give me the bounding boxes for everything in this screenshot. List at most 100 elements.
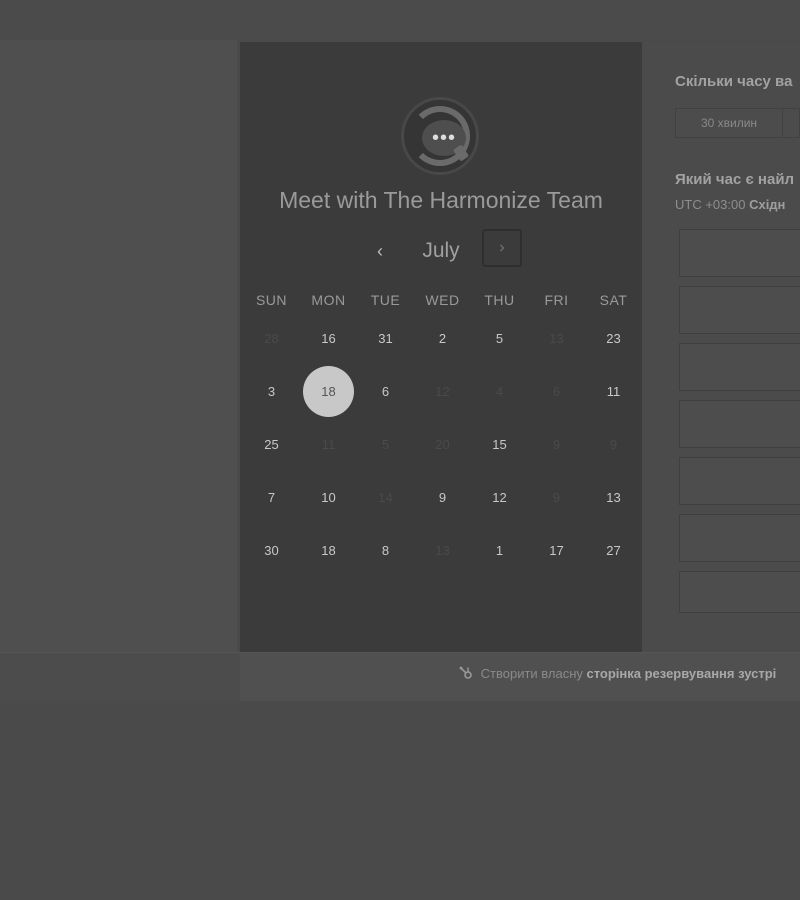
day-number: 13 [435,543,450,558]
prev-month-button[interactable]: ‹ [365,236,395,266]
day-cell[interactable]: 31 [357,312,414,365]
duration-option-button[interactable] [783,108,800,138]
day-cell[interactable]: 2 [414,312,471,365]
calendar-grid: 28 16 31 2 5 13 23 3 18 6 12 4 6 11 25 11 5 20 15 9 9 7 10 14 9 1… [243,312,642,577]
day-cell[interactable]: 6 [357,365,414,418]
day-cell: 12 [414,365,471,418]
day-cell[interactable]: 8 [357,524,414,577]
day-number: 9 [438,490,447,505]
day-cell[interactable]: 15 [471,418,528,471]
day-number: 17 [549,543,564,558]
calendar-panel: ••• Meet with The Harmonize Team ‹ July … [240,42,642,652]
time-slot[interactable] [679,229,800,277]
day-number: 11 [606,384,621,399]
weekday-label: WED [425,292,460,308]
day-cell[interactable]: 13 [585,471,642,524]
day-number: 5 [381,437,390,452]
day-cell: 13 [414,524,471,577]
time-slot[interactable] [679,571,800,613]
day-cell[interactable]: 23 [585,312,642,365]
day-number: 6 [381,384,390,399]
day-number: 18 [321,543,336,558]
weekday-label: MON [311,292,346,308]
time-slot[interactable] [679,343,800,391]
day-cell[interactable]: 3 [243,365,300,418]
create-page-link[interactable]: Створити власну сторінка резервування зу… [459,666,776,681]
next-month-button[interactable]: › [482,229,522,267]
time-slot[interactable] [679,457,800,505]
day-cell: 20 [414,418,471,471]
day-cell: 9 [528,418,585,471]
day-number: 13 [549,331,564,346]
day-cell[interactable]: 1 [471,524,528,577]
timezone-name: Східн [749,197,786,212]
weekday-header: SUN MON TUE WED THU FRI SAT [243,292,642,308]
weekday-label: THU [484,292,515,308]
day-number: 20 [435,437,450,452]
day-cell: 9 [585,418,642,471]
duration-question: Скільки часу ва [675,73,793,90]
footer-link-prefix: Створити власну [480,666,587,681]
day-number: 8 [381,543,390,558]
duration-option-button[interactable]: 30 хвилин [675,108,783,138]
day-number: 5 [495,331,504,346]
day-cell: 9 [528,471,585,524]
day-number: 11 [321,437,336,452]
day-number: 6 [552,384,561,399]
time-slot[interactable] [679,400,800,448]
day-cell[interactable]: 16 [300,312,357,365]
month-label: July [422,239,460,262]
day-number: 25 [264,437,279,452]
time-question: Який час є найл [675,171,795,188]
sprocket-icon [459,666,477,681]
day-cell[interactable]: 9 [414,471,471,524]
day-number: 15 [492,437,507,452]
day-cell[interactable]: 5 [471,312,528,365]
day-cell[interactable]: 25 [243,418,300,471]
day-number: 9 [609,437,618,452]
day-cell: 11 [300,418,357,471]
weekday-label: SAT [599,292,628,308]
day-cell: 28 [243,312,300,365]
day-cell[interactable]: 12 [471,471,528,524]
day-cell[interactable]: 27 [585,524,642,577]
day-number: 4 [495,384,504,399]
day-cell[interactable]: 11 [585,365,642,418]
day-cell: 4 [471,365,528,418]
day-number: 14 [378,490,393,505]
weekday-label: FRI [544,292,569,308]
company-logo: ••• [401,97,479,175]
day-number: 12 [492,490,507,505]
day-cell[interactable]: 10 [300,471,357,524]
day-number: 9 [552,490,561,505]
day-number: 18 [321,384,336,399]
day-number: 10 [321,490,336,505]
day-number: 7 [267,490,276,505]
day-cell: 13 [528,312,585,365]
time-slot[interactable] [679,286,800,334]
day-cell: 6 [528,365,585,418]
day-cell[interactable]: 18 [300,524,357,577]
day-number: 12 [435,384,450,399]
day-cell-selected[interactable]: 18 [300,365,357,418]
day-cell[interactable]: 7 [243,471,300,524]
day-number: 9 [552,437,561,452]
day-cell[interactable]: 17 [528,524,585,577]
day-number: 16 [321,331,336,346]
timezone-label: UTC +03:00 Східн [675,197,785,212]
top-bar [0,0,800,40]
day-number: 27 [606,543,621,558]
left-panel [0,40,237,652]
day-number: 1 [495,543,504,558]
day-number: 30 [264,543,279,558]
day-number: 31 [378,331,393,346]
time-slot[interactable] [679,514,800,562]
weekday-label: SUN [255,292,288,308]
day-number: 2 [438,331,447,346]
footer-link-bold: сторінка резервування зустрі [586,666,777,681]
day-number: 13 [606,490,621,505]
timezone-offset: UTC +03:00 [675,197,750,212]
weekday-label: TUE [370,292,401,308]
day-cell[interactable]: 30 [243,524,300,577]
day-number: 3 [267,384,276,399]
